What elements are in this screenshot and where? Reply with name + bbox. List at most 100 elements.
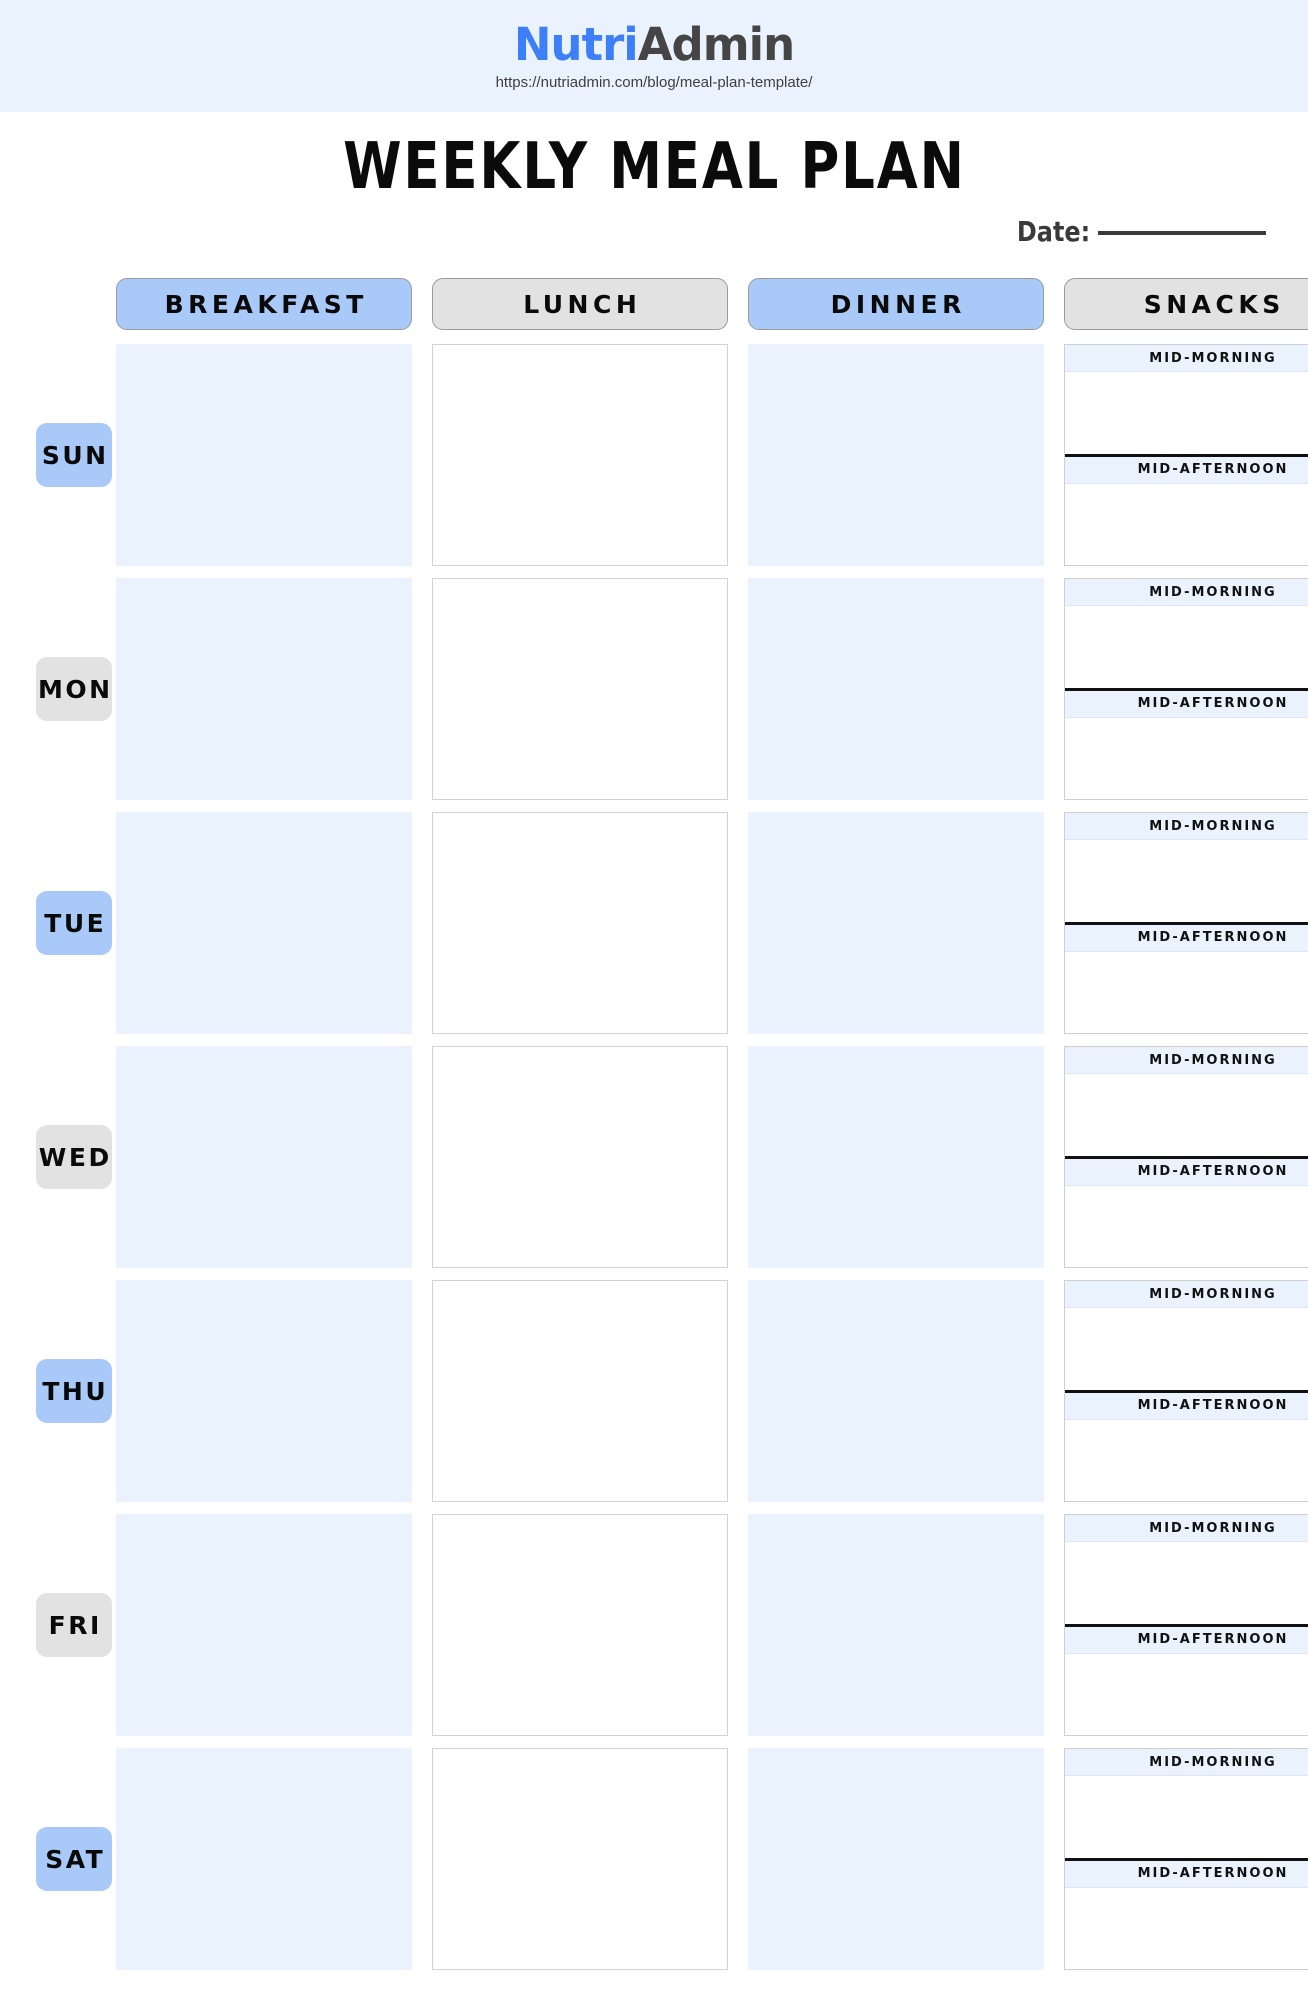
lunch-cell-wrap (432, 1280, 728, 1502)
lunch-cell-wed[interactable] (432, 1046, 728, 1268)
snack-input-mid-afternoon-thu[interactable] (1065, 1419, 1308, 1501)
snacks-box-fri: MID-MORNING MID-AFTERNOON (1064, 1514, 1308, 1736)
snack-input-mid-afternoon-sun[interactable] (1065, 483, 1308, 565)
day-chip-tue: TUE (36, 891, 112, 955)
snack-section-label: MID-MORNING (1065, 1047, 1308, 1074)
snack-section: MID-MORNING (1065, 813, 1308, 925)
snack-input-mid-morning-tue[interactable] (1065, 840, 1308, 922)
snack-input-mid-morning-fri[interactable] (1065, 1542, 1308, 1624)
day-label-cell: THU (0, 1280, 116, 1502)
column-header-snacks-wrap: SNACKS (1064, 278, 1308, 330)
snack-section: MID-AFTERNOON (1065, 924, 1308, 1033)
column-gap (728, 578, 748, 800)
lunch-cell-wrap (432, 1514, 728, 1736)
snacks-cell-wrap: MID-MORNING MID-AFTERNOON (1064, 344, 1308, 566)
day-row: THU MID-MORNING MID-AFTERNOON (0, 1280, 1308, 1502)
column-header-row: BREAKFAST LUNCH DINNER SNACKS (0, 276, 1308, 332)
snack-input-mid-afternoon-fri[interactable] (1065, 1653, 1308, 1735)
dinner-cell-fri[interactable] (748, 1514, 1044, 1736)
snacks-cell-wrap: MID-MORNING MID-AFTERNOON (1064, 1280, 1308, 1502)
template-source-url[interactable]: https://nutriadmin.com/blog/meal-plan-te… (496, 74, 813, 91)
day-chip-sat: SAT (36, 1827, 112, 1891)
dinner-cell-mon[interactable] (748, 578, 1044, 800)
snack-section: MID-AFTERNOON (1065, 1158, 1308, 1267)
snacks-box-wed: MID-MORNING MID-AFTERNOON (1064, 1046, 1308, 1268)
column-gap (412, 578, 432, 800)
snack-section: MID-MORNING (1065, 1281, 1308, 1393)
dinner-cell-wed[interactable] (748, 1046, 1044, 1268)
snacks-box-mon: MID-MORNING MID-AFTERNOON (1064, 578, 1308, 800)
snack-section-label: MID-MORNING (1065, 813, 1308, 840)
snack-input-mid-afternoon-sat[interactable] (1065, 1887, 1308, 1969)
dinner-cell-sun[interactable] (748, 344, 1044, 566)
lunch-cell-wrap (432, 1046, 728, 1268)
column-gap (412, 1046, 432, 1268)
snack-section-label: MID-AFTERNOON (1065, 1158, 1308, 1186)
dinner-cell-wrap (748, 344, 1044, 566)
snack-input-mid-morning-sat[interactable] (1065, 1776, 1308, 1858)
snack-input-mid-morning-wed[interactable] (1065, 1074, 1308, 1156)
snacks-box-sun: MID-MORNING MID-AFTERNOON (1064, 344, 1308, 566)
breakfast-cell-wed[interactable] (116, 1046, 412, 1268)
snacks-cell-wrap: MID-MORNING MID-AFTERNOON (1064, 578, 1308, 800)
snack-input-mid-afternoon-tue[interactable] (1065, 951, 1308, 1033)
column-gap (1044, 1280, 1064, 1502)
column-gap (1044, 1748, 1064, 1970)
snack-section: MID-MORNING (1065, 1749, 1308, 1861)
snack-section-label: MID-MORNING (1065, 1281, 1308, 1308)
column-gap (728, 344, 748, 566)
column-header-dinner-wrap: DINNER (748, 278, 1044, 330)
day-chip-sun: SUN (36, 423, 112, 487)
dinner-cell-thu[interactable] (748, 1280, 1044, 1502)
lunch-cell-wrap (432, 1748, 728, 1970)
snack-input-mid-afternoon-mon[interactable] (1065, 717, 1308, 799)
snack-input-mid-morning-mon[interactable] (1065, 606, 1308, 688)
page-title: WEEKLY MEAL PLAN (342, 130, 966, 204)
dinner-cell-tue[interactable] (748, 812, 1044, 1034)
snack-input-mid-morning-thu[interactable] (1065, 1308, 1308, 1390)
snack-section-label: MID-AFTERNOON (1065, 456, 1308, 484)
dinner-cell-wrap (748, 578, 1044, 800)
breakfast-cell-sat[interactable] (116, 1748, 412, 1970)
breakfast-cell-sun[interactable] (116, 344, 412, 566)
column-gap (412, 812, 432, 1034)
column-gap (728, 812, 748, 1034)
lunch-cell-wrap (432, 812, 728, 1034)
breakfast-cell-mon[interactable] (116, 578, 412, 800)
snack-section: MID-MORNING (1065, 579, 1308, 691)
breakfast-cell-tue[interactable] (116, 812, 412, 1034)
snack-section-label: MID-AFTERNOON (1065, 690, 1308, 718)
snacks-cell-wrap: MID-MORNING MID-AFTERNOON (1064, 1514, 1308, 1736)
breakfast-cell-thu[interactable] (116, 1280, 412, 1502)
lunch-cell-thu[interactable] (432, 1280, 728, 1502)
date-input-line[interactable] (1098, 231, 1266, 236)
breakfast-cell-wrap (116, 1046, 412, 1268)
snack-input-mid-afternoon-wed[interactable] (1065, 1185, 1308, 1267)
snacks-box-tue: MID-MORNING MID-AFTERNOON (1064, 812, 1308, 1034)
day-row: SUN MID-MORNING MID-AFTERNOON (0, 344, 1308, 566)
day-row: TUE MID-MORNING MID-AFTERNOON (0, 812, 1308, 1034)
day-chip-fri: FRI (36, 1593, 112, 1657)
breakfast-cell-fri[interactable] (116, 1514, 412, 1736)
lunch-cell-mon[interactable] (432, 578, 728, 800)
column-gap (1044, 578, 1064, 800)
nutriadmin-logo: NutriAdmin (514, 22, 795, 67)
snack-input-mid-morning-sun[interactable] (1065, 372, 1308, 454)
column-header-snacks: SNACKS (1064, 278, 1308, 330)
snack-section: MID-MORNING (1065, 1047, 1308, 1159)
dinner-cell-wrap (748, 1046, 1044, 1268)
lunch-cell-tue[interactable] (432, 812, 728, 1034)
dinner-cell-sat[interactable] (748, 1748, 1044, 1970)
day-chip-thu: THU (36, 1359, 112, 1423)
dinner-cell-wrap (748, 1280, 1044, 1502)
snacks-cell-wrap: MID-MORNING MID-AFTERNOON (1064, 1046, 1308, 1268)
lunch-cell-fri[interactable] (432, 1514, 728, 1736)
lunch-cell-sat[interactable] (432, 1748, 728, 1970)
logo-text-admin: Admin (637, 18, 795, 71)
column-gap (728, 1748, 748, 1970)
column-gap (412, 1748, 432, 1970)
lunch-cell-sun[interactable] (432, 344, 728, 566)
logo-text-nutri: Nutri (513, 18, 639, 71)
snack-section: MID-AFTERNOON (1065, 1626, 1308, 1735)
snack-section: MID-MORNING (1065, 345, 1308, 457)
